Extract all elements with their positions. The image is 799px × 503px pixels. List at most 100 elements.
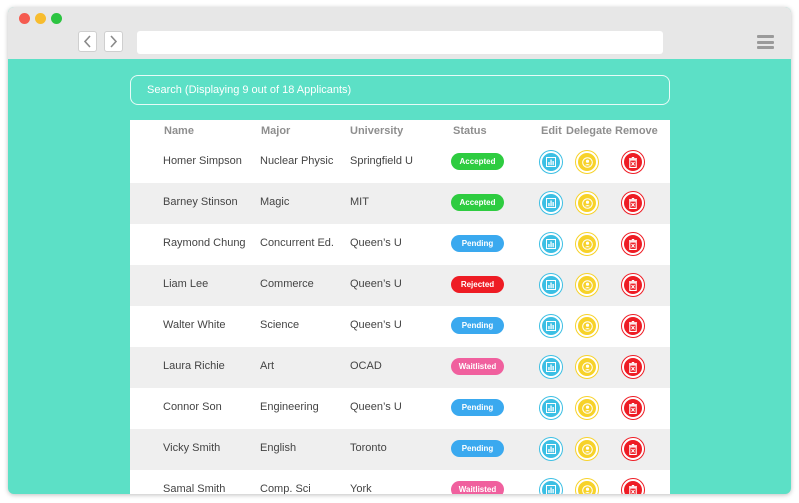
applicant-university: Queen’s U <box>350 237 402 249</box>
remove-button[interactable] <box>622 274 644 296</box>
applicant-university: Queen’s U <box>350 401 402 413</box>
applicant-major: Science <box>260 319 300 331</box>
applicant-university: Queen’s U <box>350 278 402 290</box>
table-row: Samal Smith Comp. Sci York Waitlisted <box>130 470 670 494</box>
address-bar[interactable] <box>137 31 663 54</box>
table-row: Homer Simpson Nuclear Physic Springfield… <box>130 142 670 183</box>
applicant-name: Walter White <box>163 319 226 331</box>
search-text: Search (Displaying 9 out of 18 Applicant… <box>147 84 352 96</box>
chevron-left-icon <box>83 35 91 48</box>
status-badge: Rejected <box>451 276 504 293</box>
applicant-university: Toronto <box>350 442 387 454</box>
table-body: Homer Simpson Nuclear Physic Springfield… <box>130 142 670 494</box>
table-row: Walter White Science Queen’s U Pending <box>130 306 670 347</box>
edit-button[interactable] <box>540 274 562 296</box>
remove-button[interactable] <box>622 315 644 337</box>
remove-button[interactable] <box>622 192 644 214</box>
trash-icon <box>629 279 637 291</box>
table-row: Vicky Smith English Toronto Pending <box>130 429 670 470</box>
status-badge: Waitlisted <box>451 358 504 375</box>
header-status: Status <box>453 125 487 137</box>
user-icon <box>581 402 593 414</box>
table-row: Barney Stinson Magic MIT Accepted <box>130 183 670 224</box>
delegate-button[interactable] <box>576 438 598 460</box>
applicant-university: York <box>350 483 372 494</box>
edit-button[interactable] <box>540 397 562 419</box>
applicant-name: Raymond Chung <box>163 237 246 249</box>
header-delegate: Delegate <box>566 125 612 137</box>
delegate-button[interactable] <box>576 233 598 255</box>
user-icon <box>581 156 593 168</box>
forward-button[interactable] <box>104 31 123 52</box>
header-edit: Edit <box>541 125 562 137</box>
delegate-button[interactable] <box>576 151 598 173</box>
remove-button[interactable] <box>622 397 644 419</box>
user-icon <box>581 484 593 494</box>
status-badge: Accepted <box>451 153 504 170</box>
edit-button[interactable] <box>540 479 562 494</box>
edit-button[interactable] <box>540 233 562 255</box>
status-badge: Pending <box>451 440 504 457</box>
applicant-university: Springfield U <box>350 155 413 167</box>
menu-icon[interactable] <box>757 35 774 49</box>
status-badge: Pending <box>451 399 504 416</box>
bar-chart-icon <box>546 198 556 208</box>
maximize-window-button[interactable] <box>51 13 62 24</box>
close-window-button[interactable] <box>19 13 30 24</box>
browser-toolbar <box>8 7 791 59</box>
table-header: Name Major University Status Edit Delega… <box>130 120 670 142</box>
edit-button[interactable] <box>540 151 562 173</box>
edit-button[interactable] <box>540 315 562 337</box>
delegate-button[interactable] <box>576 192 598 214</box>
trash-icon <box>629 361 637 373</box>
browser-window: Search (Displaying 9 out of 18 Applicant… <box>8 7 791 494</box>
back-button[interactable] <box>78 31 97 52</box>
edit-button[interactable] <box>540 438 562 460</box>
applicant-university: Queen’s U <box>350 319 402 331</box>
bar-chart-icon <box>546 485 556 494</box>
applicant-major: Comp. Sci <box>260 483 311 494</box>
search-input[interactable]: Search (Displaying 9 out of 18 Applicant… <box>130 75 670 105</box>
remove-button[interactable] <box>622 233 644 255</box>
edit-button[interactable] <box>540 356 562 378</box>
applicant-major: Engineering <box>260 401 319 413</box>
applicant-major: Commerce <box>260 278 314 290</box>
bar-chart-icon <box>546 280 556 290</box>
chevron-right-icon <box>110 35 118 48</box>
status-badge: Accepted <box>451 194 504 211</box>
delegate-button[interactable] <box>576 397 598 419</box>
bar-chart-icon <box>546 403 556 413</box>
minimize-window-button[interactable] <box>35 13 46 24</box>
trash-icon <box>629 197 637 209</box>
table-row: Laura Richie Art OCAD Waitlisted <box>130 347 670 388</box>
user-icon <box>581 443 593 455</box>
bar-chart-icon <box>546 321 556 331</box>
trash-icon <box>629 443 637 455</box>
applicant-major: Concurrent Ed. <box>260 237 334 249</box>
applicant-name: Laura Richie <box>163 360 225 372</box>
table-row: Connor Son Engineering Queen’s U Pending <box>130 388 670 429</box>
edit-button[interactable] <box>540 192 562 214</box>
remove-button[interactable] <box>622 151 644 173</box>
status-badge: Pending <box>451 317 504 334</box>
page-content: Search (Displaying 9 out of 18 Applicant… <box>8 59 791 494</box>
trash-icon <box>629 402 637 414</box>
applicant-university: MIT <box>350 196 369 208</box>
applicant-name: Connor Son <box>163 401 222 413</box>
remove-button[interactable] <box>622 438 644 460</box>
remove-button[interactable] <box>622 356 644 378</box>
user-icon <box>581 279 593 291</box>
delegate-button[interactable] <box>576 479 598 494</box>
delegate-button[interactable] <box>576 315 598 337</box>
remove-button[interactable] <box>622 479 644 494</box>
applicant-university: OCAD <box>350 360 382 372</box>
trash-icon <box>629 484 637 494</box>
delegate-button[interactable] <box>576 356 598 378</box>
header-name: Name <box>164 125 194 137</box>
table-row: Raymond Chung Concurrent Ed. Queen’s U P… <box>130 224 670 265</box>
delegate-button[interactable] <box>576 274 598 296</box>
status-badge: Pending <box>451 235 504 252</box>
applicant-name: Liam Lee <box>163 278 209 290</box>
bar-chart-icon <box>546 239 556 249</box>
user-icon <box>581 361 593 373</box>
